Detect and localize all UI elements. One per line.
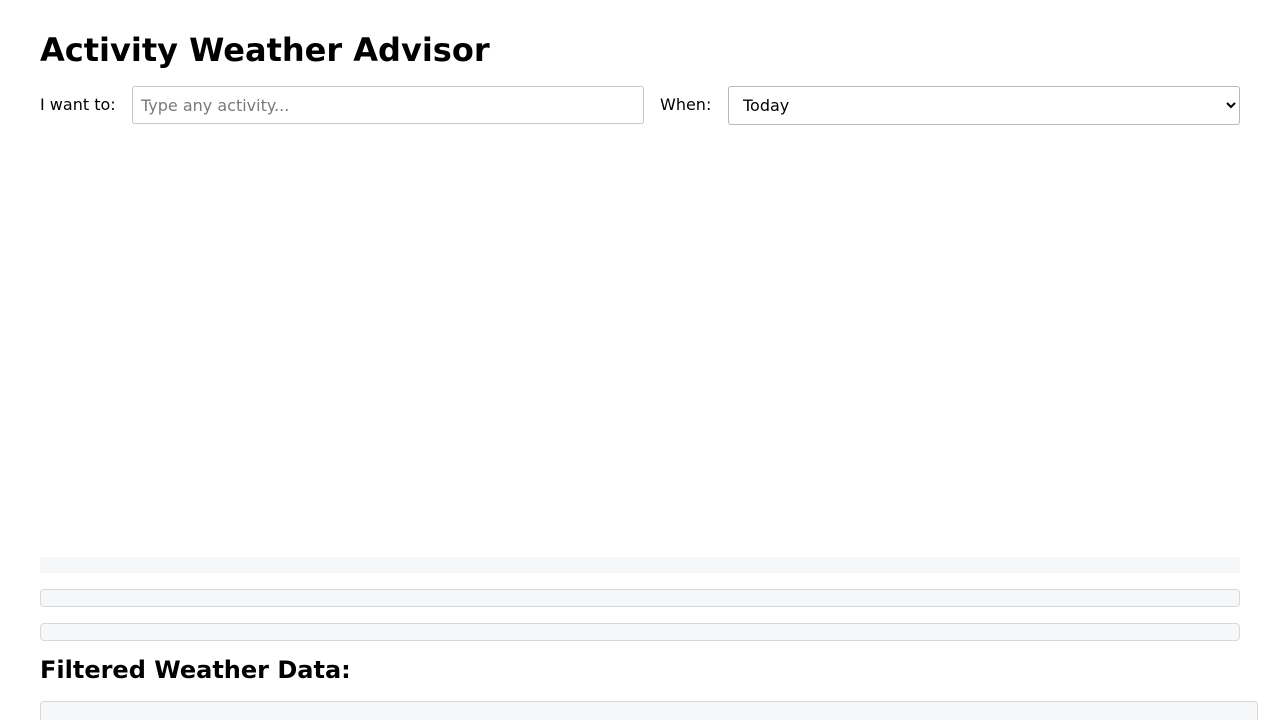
filtered-weather-data-panel — [40, 701, 1258, 720]
page: Activity Weather Advisor I want to: When… — [0, 0, 1280, 720]
result-bar — [40, 623, 1240, 641]
activity-input[interactable] — [132, 86, 644, 124]
page-title: Activity Weather Advisor — [40, 31, 490, 69]
result-bar — [40, 589, 1240, 607]
advice-summary-bar — [40, 557, 1240, 573]
when-select[interactable]: Today — [728, 86, 1240, 125]
when-label: When: — [660, 95, 712, 114]
filtered-weather-heading: Filtered Weather Data: — [40, 656, 351, 684]
activity-label: I want to: — [40, 95, 116, 114]
